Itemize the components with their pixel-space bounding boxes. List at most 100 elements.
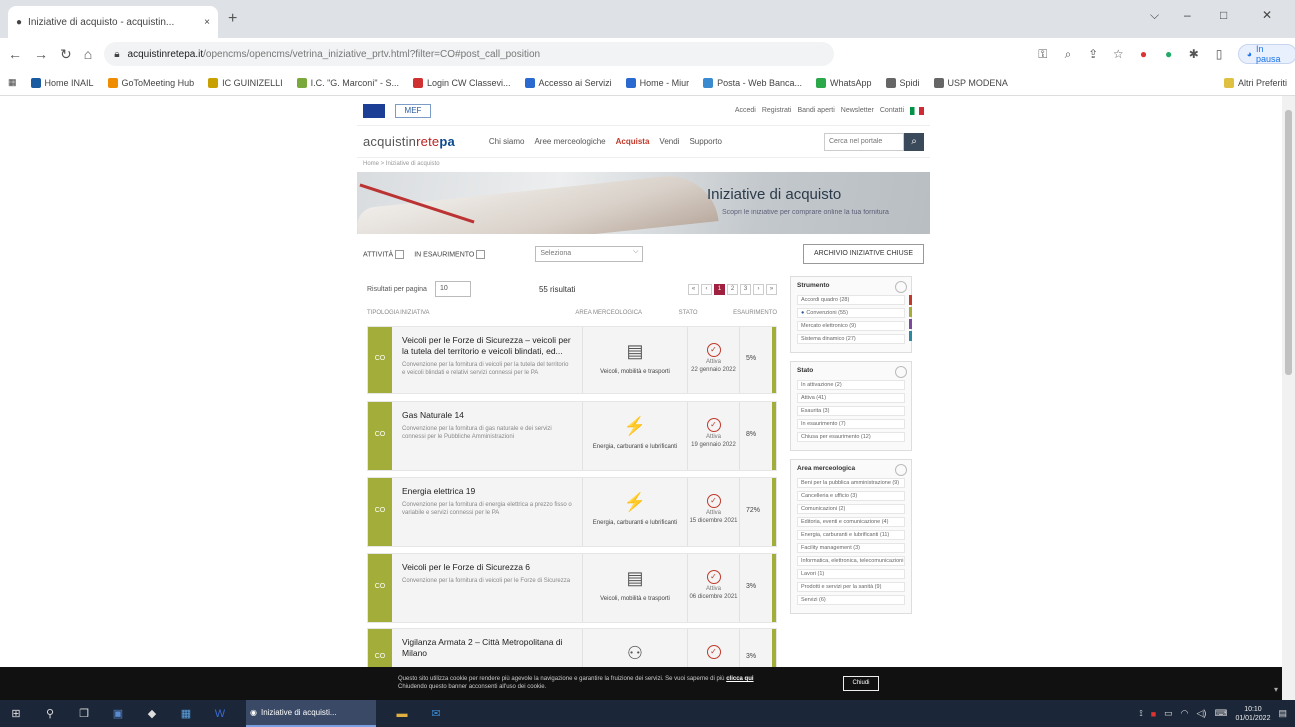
filter-option[interactable]: Convenzioni (55): [797, 308, 905, 318]
wifi-icon[interactable]: ◠: [1181, 708, 1189, 719]
filter-option[interactable]: In attivazione (2): [797, 380, 905, 390]
bookmark-item[interactable]: GoToMeeting Hub: [107, 77, 194, 88]
filter-option[interactable]: Prodotti e servizi per la sanità (9): [797, 582, 905, 592]
maximize-button[interactable]: □: [1220, 8, 1227, 22]
site-logo[interactable]: acquistinretepa: [363, 134, 455, 149]
sidebar-icon[interactable]: ▯: [1212, 47, 1225, 61]
reload-icon[interactable]: ↻: [60, 46, 72, 63]
battery-icon[interactable]: ▭: [1164, 708, 1173, 719]
bookmark-item[interactable]: Spidi: [885, 77, 920, 88]
extension-green-icon[interactable]: ●: [1162, 47, 1175, 61]
language-icon[interactable]: ⌨: [1214, 708, 1227, 719]
forward-icon[interactable]: →: [34, 46, 48, 62]
header-link-2[interactable]: Bandi aperti: [797, 107, 834, 114]
extension-stop-icon[interactable]: ●: [1137, 47, 1150, 61]
filter-attivita[interactable]: ATTIVITÀ: [363, 249, 405, 259]
filter-option[interactable]: Sistema dinamico (27): [797, 334, 905, 344]
key-icon[interactable]: ⚿: [1036, 47, 1049, 61]
menu-vendi[interactable]: Vendi: [659, 137, 679, 146]
initiative-card[interactable]: CO Energia elettrica 19 Convenzione per la…: [367, 477, 777, 547]
word-icon[interactable]: W: [212, 706, 228, 722]
bookmark-item[interactable]: Home - Miur: [625, 77, 689, 88]
menu-acquista[interactable]: Acquista: [616, 137, 650, 146]
filter-option[interactable]: Chiusa per esaurimento (12): [797, 432, 905, 442]
header-link-3[interactable]: Newsletter: [841, 107, 874, 114]
initiative-title[interactable]: Veicoli per le Forze di Sicurezza 6: [402, 562, 572, 573]
filter-option[interactable]: Comunicazioni (2): [797, 504, 905, 514]
mail-icon[interactable]: ✉: [428, 706, 444, 722]
initiative-card[interactable]: CO Veicoli per le Forze di Sicurezza 6 Con…: [367, 553, 777, 623]
filter-in-esaurimento[interactable]: IN ESAURIMENTO: [414, 249, 486, 259]
bookmark-item[interactable]: I.C. "G. Marconi" - S...: [296, 77, 399, 88]
other-bookmarks[interactable]: Altri Preferiti: [1223, 77, 1287, 88]
bookmark-item[interactable]: Posta - Web Banca...: [703, 77, 802, 88]
collapse-icon[interactable]: [895, 281, 907, 293]
taskbar-chrome-window[interactable]: ◉ Iniziative di acquisti...: [246, 700, 376, 727]
menu-aree-merceologiche[interactable]: Aree merceologiche: [534, 137, 605, 146]
browser-tab[interactable]: ● Iniziative di acquisto - acquistin... …: [8, 6, 218, 38]
col-tipologia[interactable]: TIPOLOGIA: [367, 310, 400, 322]
task-view-icon[interactable]: ❐: [76, 706, 92, 722]
header-link-0[interactable]: Accedi: [735, 107, 756, 114]
antivirus-icon[interactable]: ■: [1151, 709, 1156, 719]
file-explorer-icon[interactable]: ▣: [110, 706, 126, 722]
menu-supporto[interactable]: Supporto: [689, 137, 721, 146]
page-button[interactable]: ‹: [701, 283, 712, 295]
header-link-1[interactable]: Registrati: [762, 107, 792, 114]
checkbox-attivita[interactable]: [395, 249, 405, 259]
filter-option[interactable]: In esaurimento (7): [797, 419, 905, 429]
zoom-icon[interactable]: ⌕: [1061, 47, 1074, 61]
filter-option[interactable]: Mercato elettronico (9): [797, 321, 905, 331]
filter-option[interactable]: Lavori (1): [797, 569, 905, 579]
col-stato[interactable]: STATO: [679, 310, 734, 322]
filter-option[interactable]: Attiva (41): [797, 393, 905, 403]
initiative-title[interactable]: Gas Naturale 14: [402, 410, 572, 421]
tab-search-icon[interactable]: ⌵: [1150, 8, 1159, 23]
extensions-puzzle-icon[interactable]: ✱: [1187, 47, 1200, 61]
category-select[interactable]: Seleziona: [535, 246, 644, 262]
header-link-4[interactable]: Contatti: [880, 107, 904, 114]
share-icon[interactable]: ⇪: [1087, 47, 1100, 61]
store-icon[interactable]: ▦: [178, 706, 194, 722]
app-icon[interactable]: ◆: [144, 706, 160, 722]
scrollbar-thumb[interactable]: [1285, 110, 1292, 375]
page-button[interactable]: «: [688, 283, 699, 295]
home-icon[interactable]: ⌂: [84, 46, 92, 62]
col-esaurimento[interactable]: ESAURIMENTO: [733, 310, 777, 322]
notifications-icon[interactable]: ▤: [1278, 708, 1287, 719]
filter-option[interactable]: Accordi quadro (28): [797, 295, 905, 305]
filter-option[interactable]: Beni per la pubblica amministrazione (9): [797, 478, 905, 488]
initiative-card[interactable]: CO Veicoli per le Forze di Sicurezza – ve…: [367, 326, 777, 394]
profile-button[interactable]: ◕ In pausa: [1237, 44, 1295, 64]
bookmark-item[interactable]: Home INAIL: [30, 77, 94, 88]
back-icon[interactable]: ←: [8, 46, 22, 62]
filter-option[interactable]: Esaurita (3): [797, 406, 905, 416]
explorer-icon[interactable]: ▬: [394, 706, 410, 722]
page-button[interactable]: 1: [714, 283, 725, 295]
filter-option[interactable]: Energia, carburanti e lubrificanti (11): [797, 530, 905, 540]
menu-chi-siamo[interactable]: Chi siamo: [489, 137, 525, 146]
close-window-button[interactable]: ✕: [1262, 8, 1272, 22]
col-area[interactable]: AREA MERCEOLOGICA: [575, 310, 678, 322]
initiative-card[interactable]: CO Gas Naturale 14 Convenzione per la forn…: [367, 401, 777, 471]
address-bar[interactable]: 🔒︎ acquistinretepa.it/opencms/opencms/ve…: [104, 42, 835, 66]
checkbox-in-esaurimento[interactable]: [476, 249, 486, 259]
page-button[interactable]: 3: [740, 283, 751, 295]
rpp-select[interactable]: 10: [434, 281, 471, 297]
collapse-icon[interactable]: [895, 464, 907, 476]
search-icon[interactable]: ⚲: [42, 706, 58, 722]
search-icon[interactable]: ⌕: [904, 132, 924, 151]
search-input[interactable]: [824, 132, 904, 151]
filter-option[interactable]: Cancelleria e ufficio (3): [797, 491, 905, 501]
cookie-link[interactable]: clicca qui: [726, 676, 753, 682]
cookie-close-icon[interactable]: ▾: [1274, 685, 1278, 694]
archive-button[interactable]: ARCHIVIO INIZIATIVE CHIUSE: [802, 244, 924, 264]
new-tab-button[interactable]: +: [228, 10, 237, 28]
clock[interactable]: 10:10 01/01/2022: [1235, 705, 1270, 723]
initiative-title[interactable]: Energia elettrica 19: [402, 486, 572, 497]
initiative-title[interactable]: Veicoli per le Forze di Sicurezza – veic…: [402, 335, 572, 357]
page-button[interactable]: 2: [727, 283, 738, 295]
apps-icon[interactable]: ▦: [8, 77, 17, 88]
tab-close-icon[interactable]: ×: [204, 17, 210, 28]
cookie-ok-button[interactable]: Chiudi: [843, 676, 879, 691]
